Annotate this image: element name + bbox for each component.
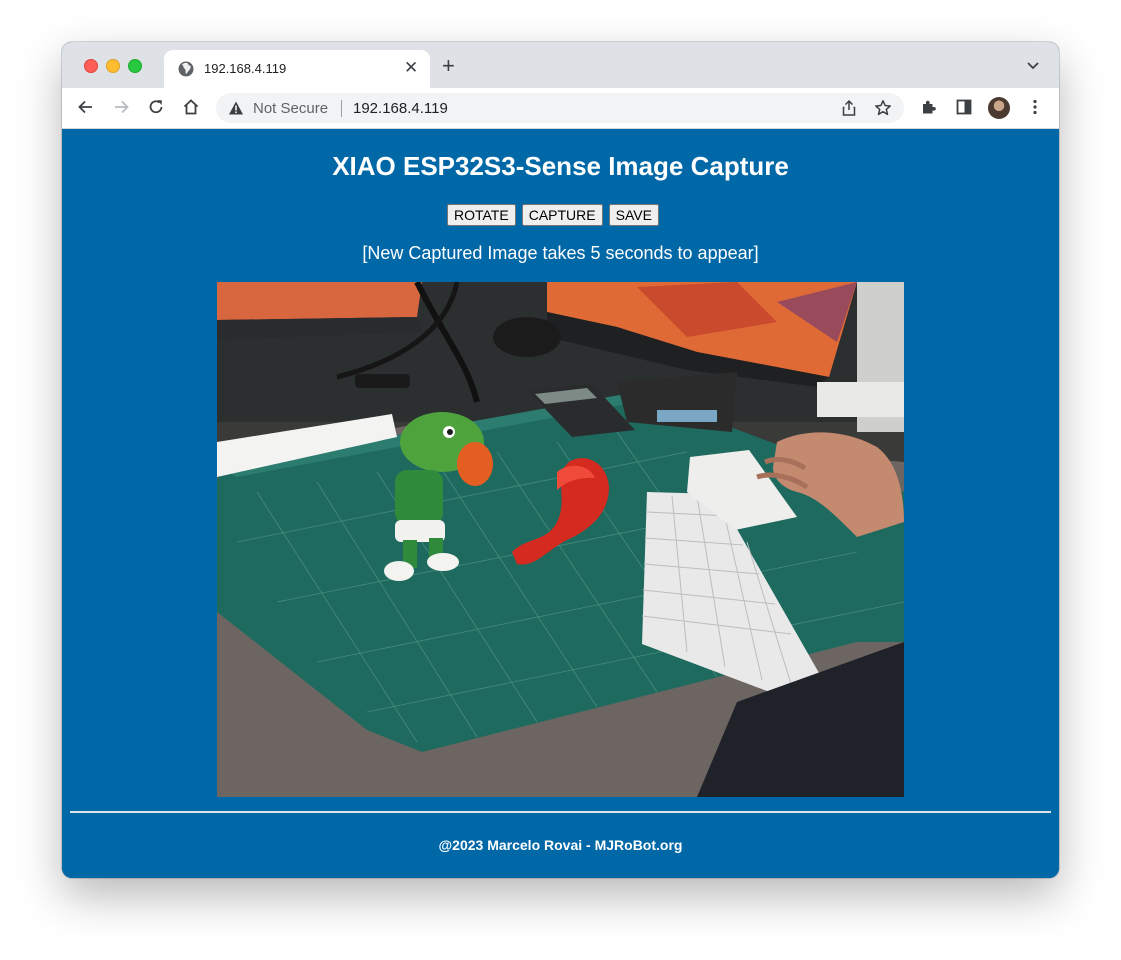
tab-strip: 192.168.4.119 ✕ +: [62, 42, 1059, 88]
capture-button[interactable]: CAPTURE: [521, 204, 603, 226]
footer-divider: [70, 811, 1051, 813]
save-button[interactable]: SAVE: [608, 204, 659, 226]
zoom-window-button[interactable]: [128, 59, 142, 73]
chevron-down-icon[interactable]: [1026, 58, 1040, 72]
reload-icon[interactable]: [146, 97, 166, 117]
omnibox-divider: [341, 100, 342, 117]
forward-arrow-icon[interactable]: [111, 97, 131, 117]
address-bar[interactable]: Not Secure 192.168.4.119: [216, 93, 904, 123]
captured-image: [217, 282, 904, 797]
more-menu-icon[interactable]: [1025, 97, 1045, 117]
footer-credit: @2023 Marcelo Rovai - MJRoBot.org: [438, 837, 683, 853]
close-window-button[interactable]: [84, 59, 98, 73]
button-row: ROTATE CAPTURE SAVE: [447, 204, 659, 226]
rotate-button[interactable]: ROTATE: [447, 204, 516, 226]
share-icon[interactable]: [840, 99, 858, 117]
url-text[interactable]: 192.168.4.119: [353, 100, 448, 117]
page-title: XIAO ESP32S3-Sense Image Capture: [332, 151, 789, 181]
minimize-window-button[interactable]: [106, 59, 120, 73]
browser-toolbar: Not Secure 192.168.4.119: [62, 88, 1059, 129]
browser-window: 192.168.4.119 ✕ + Not Secure 192.168.4.1…: [62, 42, 1059, 878]
globe-icon: [178, 61, 194, 77]
side-panel-icon[interactable]: [954, 97, 974, 117]
tab-title: 192.168.4.119: [204, 61, 287, 76]
home-icon[interactable]: [181, 97, 201, 117]
back-arrow-icon[interactable]: [76, 97, 96, 117]
extensions-puzzle-icon[interactable]: [919, 97, 939, 117]
warning-icon[interactable]: [228, 100, 244, 116]
captured-photo-scene: [217, 282, 904, 797]
bookmark-star-icon[interactable]: [874, 99, 892, 117]
profile-avatar[interactable]: [988, 97, 1010, 119]
capture-note: [New Captured Image takes 5 seconds to a…: [362, 243, 759, 263]
web-page: XIAO ESP32S3-Sense Image Capture ROTATE …: [62, 129, 1059, 878]
browser-tab[interactable]: 192.168.4.119 ✕: [164, 50, 430, 88]
security-label[interactable]: Not Secure: [253, 100, 328, 117]
close-tab-icon[interactable]: ✕: [404, 59, 418, 77]
new-tab-icon[interactable]: +: [442, 55, 455, 77]
